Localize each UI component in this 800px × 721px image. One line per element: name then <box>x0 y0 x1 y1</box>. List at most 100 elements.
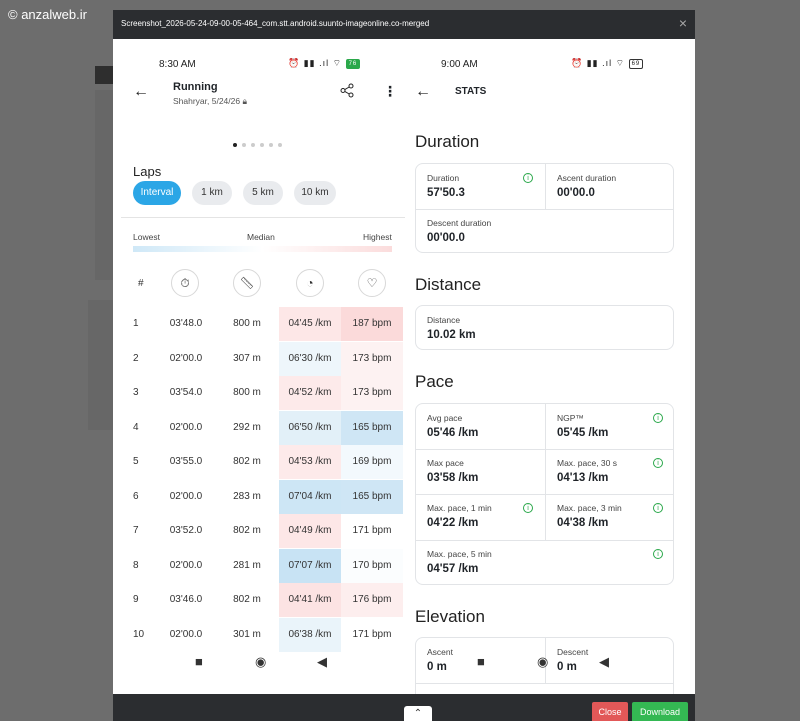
info-icon[interactable]: i <box>653 549 663 559</box>
nav-home-icon[interactable]: ◉ <box>255 654 266 670</box>
lap-row[interactable]: 10 02'00.0 301 m 06'38 /km 171 bpm <box>113 617 405 652</box>
heart-icon[interactable]: ♡ <box>358 269 386 297</box>
duration-card: Duration 57'50.3 i Ascent duration 00'00… <box>415 163 674 253</box>
info-icon[interactable]: i <box>523 503 533 513</box>
stat-max-pace-3min: Max. pace, 3 min 04'38 /km <box>557 503 622 529</box>
lap-time: 02'00.0 <box>169 421 203 433</box>
chip-5km[interactable]: 5 km <box>243 181 283 205</box>
collapse-icon[interactable]: ⌃ <box>404 706 432 721</box>
nav-home-icon[interactable]: ◉ <box>537 654 548 670</box>
close-button[interactable]: Close <box>592 702 628 721</box>
stat-max-pace-5min: Max. pace, 5 min 04'57 /km <box>427 549 492 575</box>
status-bar-icons: ⏰ ▮▮ .ıl ⌔ 69 <box>571 58 644 69</box>
stat-label: Max. pace, 5 min <box>427 549 492 559</box>
lap-heart-rate: 170 bpm <box>341 548 403 583</box>
nav-back-icon[interactable]: ◀ <box>599 654 609 670</box>
distance-heading: Distance <box>415 275 482 294</box>
stat-label: Max. pace, 1 min <box>427 503 492 513</box>
back-arrow-icon[interactable]: ← <box>133 83 149 101</box>
page-indicator <box>233 134 287 152</box>
ruler-icon[interactable]: 📏︎ <box>233 269 261 297</box>
stat-label: Max. pace, 30 s <box>557 458 618 468</box>
stopwatch-icon[interactable]: ⏱ <box>171 269 199 297</box>
lap-pace: 06'30 /km <box>279 341 341 376</box>
watermark-text: © anzalweb.ir <box>8 7 87 22</box>
lap-time: 03'46.0 <box>169 594 203 605</box>
chip-1km[interactable]: 1 km <box>192 181 232 205</box>
more-options-icon[interactable]: ⋮ <box>383 83 397 100</box>
page-dot <box>233 143 237 147</box>
lap-row[interactable]: 2 02'00.0 307 m 06'30 /km 173 bpm <box>113 341 405 376</box>
info-icon[interactable]: i <box>653 503 663 513</box>
stat-label: Max. pace, 3 min <box>557 503 622 513</box>
lap-number: 1 <box>133 318 139 329</box>
info-icon[interactable]: i <box>523 173 533 183</box>
lap-row[interactable]: 3 03'54.0 800 m 04'52 /km 173 bpm <box>113 376 405 410</box>
lap-heart-rate: 173 bpm <box>341 376 403 410</box>
page-dot <box>269 143 273 147</box>
chip-interval[interactable]: Interval <box>133 181 181 205</box>
stat-label: Descent duration <box>427 218 492 228</box>
status-bar-icons: ⏰ ▮▮ .ıl ⌔ 76 <box>288 58 361 69</box>
divider <box>545 404 546 540</box>
stat-label: Distance <box>427 315 461 325</box>
stat-value: 10.02 km <box>427 329 476 341</box>
info-icon[interactable]: i <box>653 413 663 423</box>
page-dot <box>278 143 282 147</box>
lap-row[interactable]: 6 02'00.0 283 m 07'04 /km 165 bpm <box>113 479 405 514</box>
lap-time: 02'00.0 <box>169 559 203 571</box>
back-arrow-icon[interactable]: ← <box>415 83 431 101</box>
stat-ngp: NGP™ 05'45 /km <box>557 413 608 439</box>
lap-heart-rate: 169 bpm <box>341 445 403 479</box>
lap-heart-rate: 187 bpm <box>341 307 403 341</box>
lap-distance: 802 m <box>233 594 261 605</box>
legend-median: Median <box>247 232 275 242</box>
lap-heart-rate: 165 bpm <box>341 410 403 445</box>
nav-recents-icon[interactable]: ■ <box>195 654 203 669</box>
share-icon[interactable] <box>340 83 355 101</box>
divider <box>416 494 673 495</box>
stat-ascent: Ascent 0 m <box>427 647 453 673</box>
divider <box>121 217 405 218</box>
lap-pace: 06'50 /km <box>279 410 341 445</box>
lap-pace: 07'07 /km <box>279 548 341 583</box>
lap-time: 02'00.0 <box>169 490 203 502</box>
stat-label: Ascent <box>427 647 453 657</box>
lap-pace: 04'53 /km <box>279 445 341 479</box>
speedometer-icon[interactable]: ◔ <box>296 269 324 297</box>
download-button[interactable]: Download <box>632 702 688 721</box>
activity-title: Running <box>173 81 218 93</box>
nav-back-icon[interactable]: ◀ <box>317 654 327 670</box>
lap-time: 02'00.0 <box>169 352 203 364</box>
lap-distance: 292 m <box>233 421 261 433</box>
lap-row[interactable]: 8 02'00.0 281 m 07'07 /km 170 bpm <box>113 548 405 583</box>
stat-label: NGP™ <box>557 413 584 423</box>
lap-row[interactable]: 1 03'48.0 800 m 04'45 /km 187 bpm <box>113 307 405 341</box>
lap-number: 4 <box>133 421 139 433</box>
nav-recents-icon[interactable]: ■ <box>477 654 485 669</box>
chip-10km[interactable]: 10 km <box>294 181 336 205</box>
lap-row[interactable]: 9 03'46.0 802 m 04'41 /km 176 bpm <box>113 583 405 617</box>
lap-time: 03'48.0 <box>169 318 203 329</box>
lap-time: 03'52.0 <box>169 525 203 536</box>
battery-icon: 76 <box>345 58 361 69</box>
stats-title: STATS <box>455 86 487 97</box>
stat-max-pace-1min: Max. pace, 1 min 04'22 /km <box>427 503 492 529</box>
stat-value: 04'22 /km <box>427 517 479 529</box>
lap-heart-rate: 171 bpm <box>341 514 403 548</box>
laps-screen: 8:30 AM ⏰ ▮▮ .ıl ⌔ 76 ← Running Shahryar… <box>113 39 405 694</box>
stat-value: 0 m <box>427 661 447 673</box>
lap-heart-rate: 176 bpm <box>341 583 403 617</box>
legend-gradient <box>133 246 392 252</box>
info-icon[interactable]: i <box>653 458 663 468</box>
lap-time: 03'54.0 <box>169 387 203 398</box>
elevation-heading: Elevation <box>415 607 485 626</box>
stat-descent: Descent 0 m <box>557 647 588 673</box>
stat-avg-pace: Avg pace 05'46 /km <box>427 413 478 439</box>
lap-row[interactable]: 7 03'52.0 802 m 04'49 /km 171 bpm <box>113 514 405 548</box>
status-time: 9:00 AM <box>441 59 478 70</box>
close-icon[interactable]: × <box>679 16 687 30</box>
legend-highest: Highest <box>363 232 392 242</box>
lap-row[interactable]: 5 03'55.0 802 m 04'53 /km 169 bpm <box>113 445 405 479</box>
lap-row[interactable]: 4 02'00.0 292 m 06'50 /km 165 bpm <box>113 410 405 445</box>
